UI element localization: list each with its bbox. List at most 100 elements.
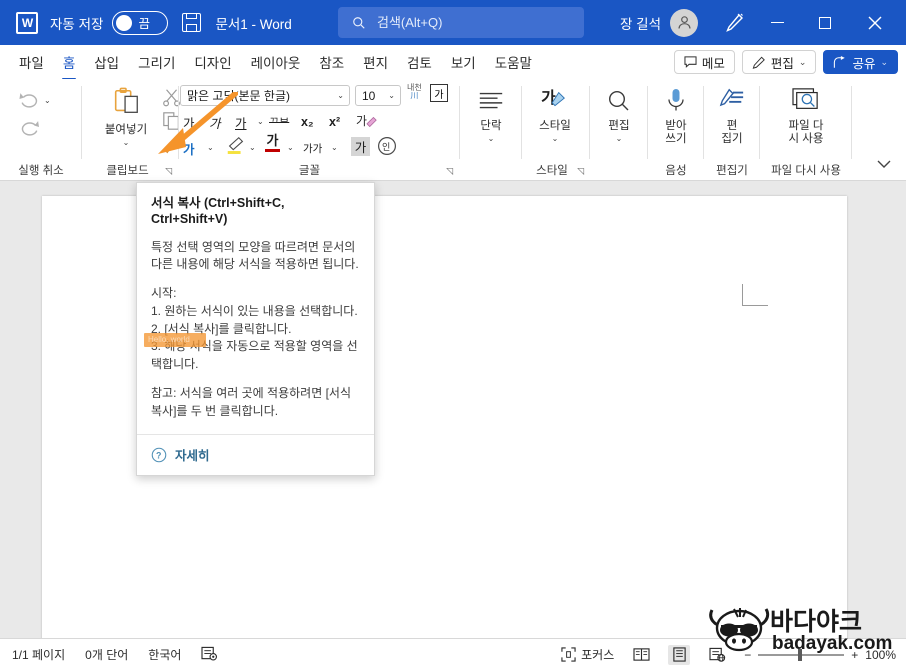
redo-button[interactable] <box>18 117 40 137</box>
tab-home[interactable]: 홈 <box>54 49 84 81</box>
editing-dropdown-caret[interactable]: ⌄ <box>616 134 623 143</box>
dictate-button[interactable]: 받아 쓰기 <box>650 87 702 147</box>
enclose-character-button[interactable]: 가 <box>430 84 448 102</box>
tab-help[interactable]: 도움말 <box>486 49 541 75</box>
tooltip-title: 서식 복사 (Ctrl+Shift+C, Ctrl+Shift+V) <box>151 196 285 227</box>
character-border-button[interactable]: 가 <box>351 137 370 156</box>
paste-dropdown-caret[interactable]: ⌄ <box>123 138 130 147</box>
paste-button[interactable]: 붙여넣기 ⌄ <box>88 87 164 148</box>
subscript-button[interactable]: x₂ <box>301 113 314 131</box>
comments-button[interactable]: 메모 <box>673 50 735 74</box>
avatar-person-icon <box>677 16 691 29</box>
maximize-icon[interactable] <box>802 0 848 45</box>
font-color-swatch <box>265 148 280 152</box>
strikethrough-button[interactable]: ᄁᄇ <box>269 113 289 131</box>
avatar[interactable] <box>670 8 698 37</box>
tooltip-learn-more-link[interactable]: ? 자세히 <box>137 435 374 475</box>
collapse-ribbon-chevron-icon[interactable] <box>876 156 892 174</box>
ribbon-group-undo: ⌄ 실행 취소 <box>0 79 82 181</box>
highlighter-button[interactable] <box>225 135 247 162</box>
tab-file[interactable]: 파일 <box>10 49 53 75</box>
underline-dropdown-caret[interactable]: ⌄ <box>257 117 264 126</box>
read-mode-button[interactable] <box>630 645 652 665</box>
format-painter-tooltip: 서식 복사 (Ctrl+Shift+C, Ctrl+Shift+V) 특정 선택… <box>136 182 375 477</box>
pen-annotate-icon[interactable] <box>722 11 746 35</box>
focus-mode-button[interactable]: 포커스 <box>561 646 614 663</box>
tab-review[interactable]: 검토 <box>398 49 441 75</box>
font-name-combo[interactable]: 맑은 고딕(본문 한글) ⌄ <box>180 85 350 106</box>
styles-brush-icon: 가 <box>540 87 570 117</box>
character-shading-button[interactable]: 가가 <box>303 139 322 157</box>
word-count[interactable]: 0개 단어 <box>85 646 128 663</box>
language-indicator[interactable]: 한국어 <box>148 646 181 663</box>
tab-layout[interactable]: 레이아웃 <box>242 49 310 75</box>
chevron-down-icon[interactable]: ⌄ <box>337 91 344 100</box>
editing-button[interactable]: 편집 ⌄ <box>594 89 644 144</box>
superscript-button[interactable]: x² <box>329 113 340 131</box>
paste-label: 붙여넣기 <box>104 124 148 137</box>
char-shading-label: 가가 <box>303 142 323 155</box>
tab-view[interactable]: 보기 <box>442 49 485 75</box>
tooltip-paragraph-3: 참고: 서식을 여러 곳에 적용하려면 [서식 복사]를 두 번 클릭합니다. <box>151 385 351 418</box>
tab-strip-right-actions: 메모 편집 ⌄ 공유 ⌄ <box>673 50 898 74</box>
print-layout-icon <box>673 647 686 662</box>
word-logo-icon: W <box>16 11 38 34</box>
circled-character-button[interactable]: 인 <box>377 136 397 161</box>
chevron-down-icon[interactable]: ⌄ <box>388 91 395 100</box>
editor-button[interactable]: 편 집기 <box>706 87 758 147</box>
share-button[interactable]: 공유 ⌄ <box>823 50 898 74</box>
tab-references[interactable]: 참조 <box>310 49 353 75</box>
annotation-highlight: Hello, world <box>144 333 206 347</box>
phonetic-guide-button[interactable]: 내천 川 <box>407 83 422 101</box>
font-color-button[interactable]: 가 <box>265 134 280 152</box>
styles-dropdown-caret[interactable]: ⌄ <box>552 134 559 143</box>
styles-button[interactable]: 가 스타일 ⌄ <box>526 87 584 144</box>
account-area[interactable]: 장 길석 <box>620 0 698 45</box>
undo-button[interactable] <box>18 89 40 109</box>
bold-button[interactable]: 가 <box>183 113 195 131</box>
underline-button[interactable]: 가 <box>235 113 247 131</box>
italic-button[interactable]: 가 <box>209 113 221 131</box>
autosave-toggle[interactable]: 끔 <box>112 10 169 35</box>
site-watermark: 바다야크 badayak.com <box>704 596 902 659</box>
reuse-files-label-line2: 시 사용 <box>788 133 824 146</box>
highlighter-dropdown-caret[interactable]: ⌄ <box>249 143 256 152</box>
editor-label-line2: 집기 <box>721 133 743 146</box>
tab-draw[interactable]: 그리기 <box>129 49 184 75</box>
paragraph-button[interactable]: 단락 ⌄ <box>464 89 518 144</box>
comment-icon <box>684 56 697 68</box>
editing-mode-button[interactable]: 편집 ⌄ <box>741 50 817 74</box>
search-box[interactable] <box>338 7 584 38</box>
undo-dropdown-caret[interactable]: ⌄ <box>44 96 51 105</box>
text-highlight-label: 가 <box>183 142 195 157</box>
font-dialog-launcher[interactable]: ◹ <box>446 166 453 177</box>
font-size-combo[interactable]: 10 ⌄ <box>355 85 401 106</box>
text-effects-button[interactable]: 가 <box>355 111 379 138</box>
magnifier-find-icon <box>606 89 632 117</box>
phonetic-guide-sub: 川 <box>410 91 419 101</box>
highlight-dropdown-caret[interactable]: ⌄ <box>207 143 214 152</box>
tab-insert[interactable]: 삽입 <box>85 49 128 75</box>
styles-label: 스타일 <box>539 120 571 133</box>
annotation-highlight-text: Hello, world <box>148 335 190 344</box>
paragraph-lines-icon <box>477 89 505 117</box>
text-highlight-color-button[interactable]: 가 <box>183 139 195 157</box>
search-icon <box>353 16 365 29</box>
page-indicator[interactable]: 1/1 페이지 <box>12 646 65 663</box>
close-icon[interactable] <box>852 0 898 45</box>
tab-design[interactable]: 디자인 <box>185 49 240 75</box>
reuse-files-button[interactable]: 파일 다 시 사용 <box>768 87 844 147</box>
ribbon-group-label-undo: 실행 취소 <box>18 165 64 177</box>
print-layout-button[interactable] <box>668 644 691 665</box>
strikethrough-label: ᄁᄇ <box>269 117 290 129</box>
proofing-status-icon[interactable] <box>201 646 218 664</box>
tab-mailings[interactable]: 편지 <box>354 49 397 75</box>
styles-dialog-launcher[interactable]: ◹ <box>577 166 584 177</box>
paragraph-dropdown-caret[interactable]: ⌄ <box>488 134 495 143</box>
font-color-dropdown-caret[interactable]: ⌄ <box>287 143 294 152</box>
char-shading-dropdown-caret[interactable]: ⌄ <box>331 143 338 152</box>
save-icon[interactable] <box>182 13 202 32</box>
autosave-state-label: 끔 <box>138 17 150 31</box>
minimize-icon[interactable] <box>754 0 800 45</box>
search-input[interactable] <box>375 14 550 31</box>
